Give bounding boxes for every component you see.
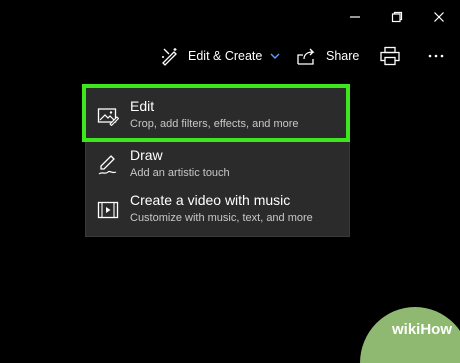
close-icon — [434, 12, 444, 22]
menu-item-description: Crop, add filters, effects, and more — [130, 118, 299, 130]
share-button[interactable]: Share — [296, 40, 359, 72]
menu-item-draw[interactable]: Draw Add an artistic touch — [86, 141, 349, 189]
restore-icon — [391, 11, 403, 23]
edit-create-label: Edit & Create — [188, 49, 263, 63]
printer-icon — [379, 46, 401, 66]
share-icon — [296, 46, 318, 66]
edit-create-button[interactable]: Edit & Create — [160, 40, 280, 72]
minimize-icon — [350, 16, 360, 18]
edit-create-icon — [160, 46, 180, 66]
menu-item-description: Add an artistic touch — [130, 167, 230, 179]
video-icon — [96, 198, 120, 222]
chevron-down-icon — [270, 52, 280, 60]
menu-item-create-video[interactable]: Create a video with music Customize with… — [86, 186, 349, 234]
watermark-logo: wikiHow — [391, 321, 452, 338]
menu-item-title: Create a video with music — [130, 192, 291, 208]
menu-item-edit[interactable]: Edit Crop, add filters, effects, and mor… — [86, 92, 349, 140]
edit-create-menu: Edit Crop, add filters, effects, and mor… — [85, 87, 350, 237]
more-options-button[interactable] — [428, 40, 444, 72]
close-button[interactable] — [418, 0, 460, 34]
share-label: Share — [326, 49, 360, 63]
menu-item-title: Draw — [130, 147, 163, 163]
toolbar: Edit & Create Share — [0, 40, 460, 72]
restore-button[interactable] — [376, 0, 418, 34]
edit-image-icon — [96, 104, 120, 128]
print-button[interactable] — [379, 40, 401, 72]
window-controls — [334, 0, 460, 34]
minimize-button[interactable] — [334, 0, 376, 34]
menu-item-description: Customize with music, text, and more — [130, 212, 313, 224]
more-icon — [428, 53, 444, 59]
pen-icon — [96, 153, 120, 177]
menu-item-title: Edit — [130, 98, 155, 114]
